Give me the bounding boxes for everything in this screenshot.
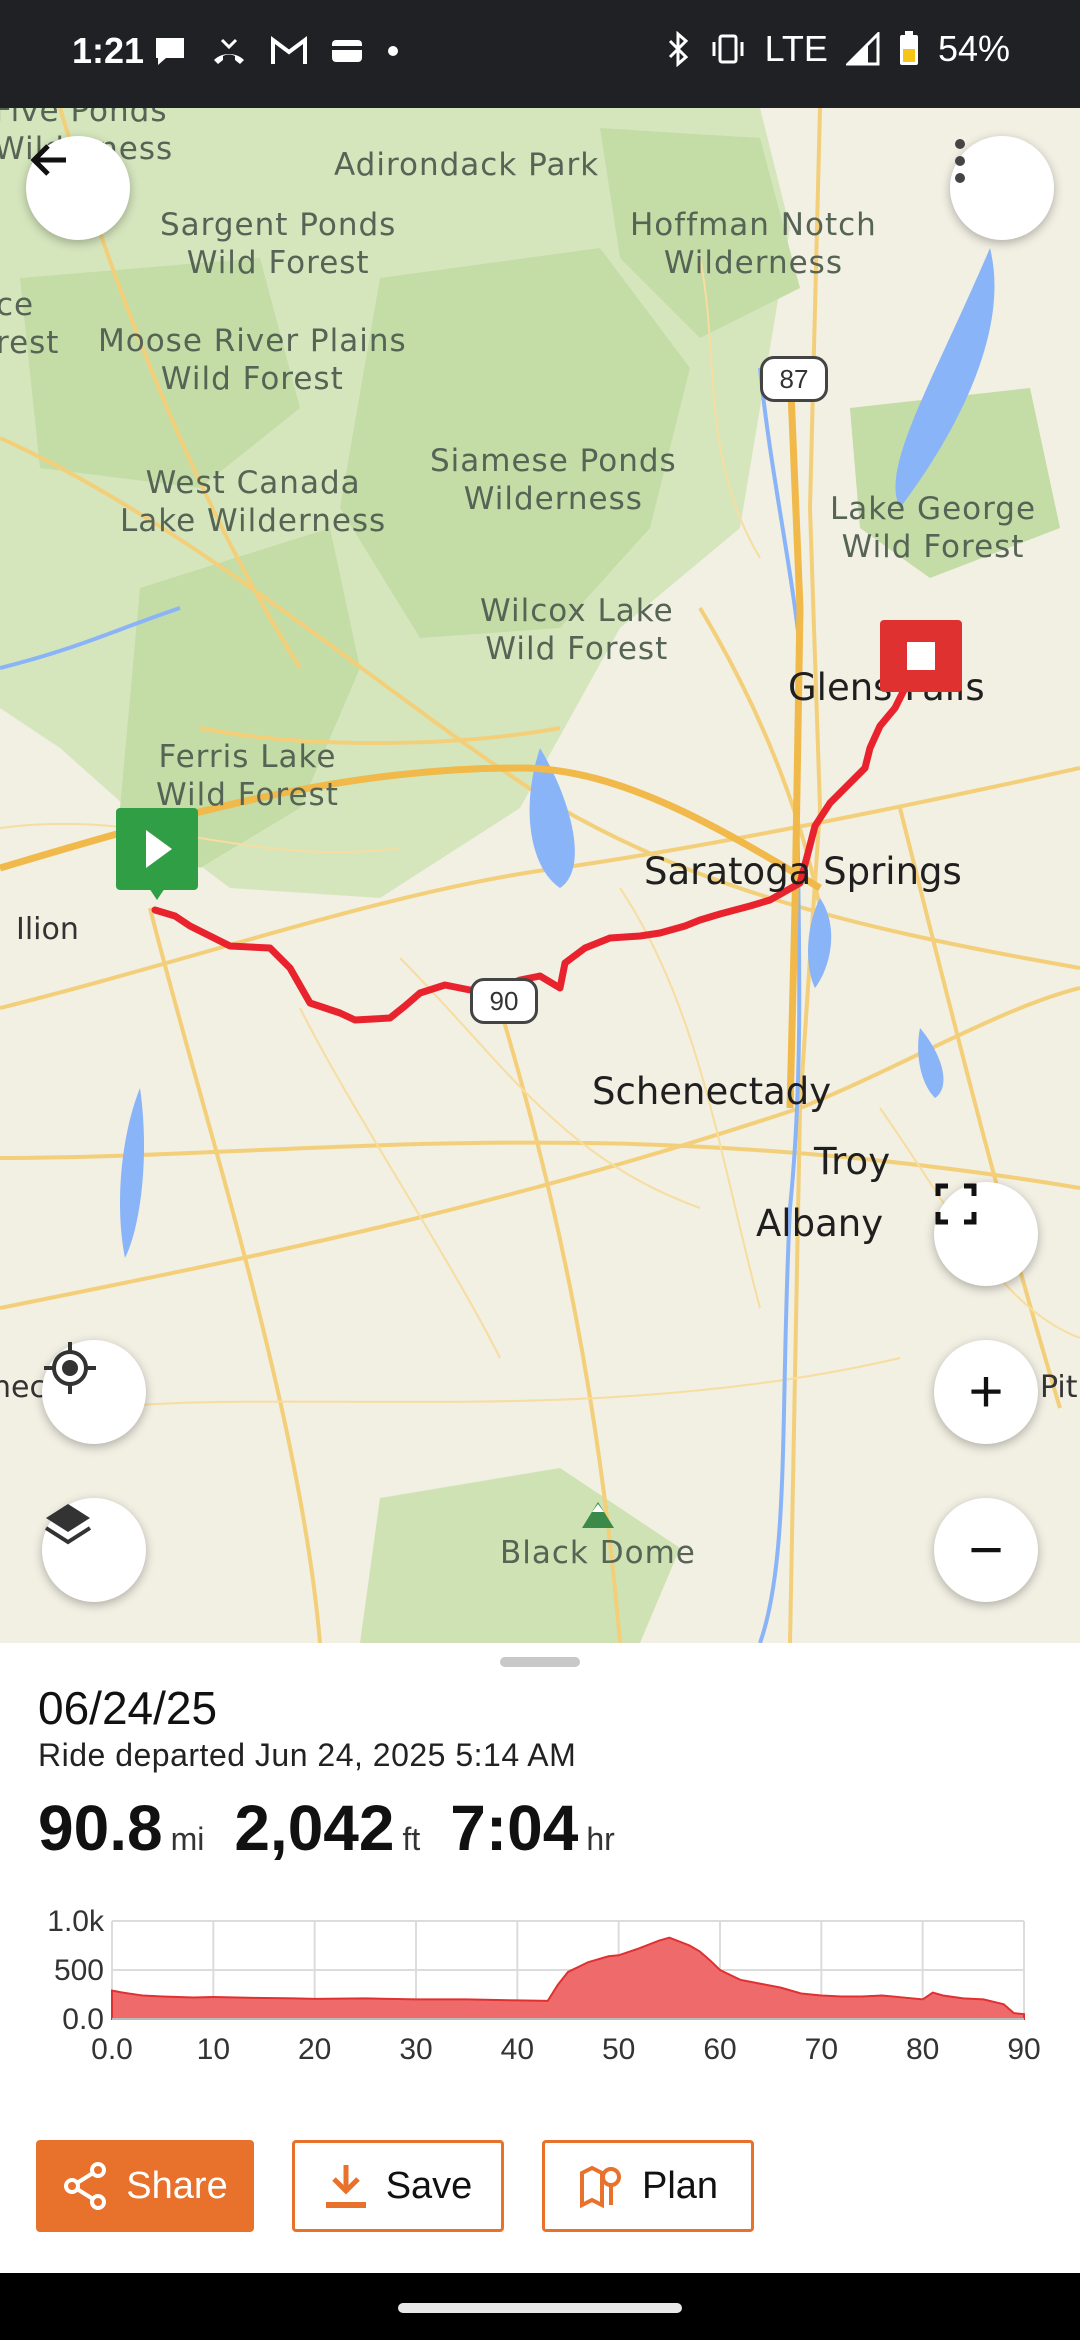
- start-marker[interactable]: [116, 808, 198, 900]
- area-label-hoffman-notch: Hoffman Notch Wilderness: [630, 207, 877, 281]
- system-navigation-bar: [0, 2273, 1080, 2340]
- chart-x-tick-label: 10: [197, 2033, 230, 2066]
- signal-icon: [845, 32, 880, 66]
- chart-x-tick-label: 80: [906, 2033, 939, 2066]
- city-left-edge: nec: [0, 1370, 46, 1405]
- chart-y-tick-label: 500: [54, 1954, 104, 1987]
- duration-stat: 7:04 hr: [450, 1791, 615, 1865]
- area-label-west-canada: West Canada Lake Wilderness: [120, 465, 387, 539]
- chart-x-tick-label: 90: [1007, 2033, 1040, 2066]
- area-label-black-dome: Black Dome: [500, 1535, 696, 1571]
- city-albany: Albany: [756, 1202, 884, 1245]
- area-label-partial: ce rest: [0, 287, 60, 361]
- area-label-siamese-ponds: Siamese Ponds Wilderness: [430, 443, 677, 517]
- map-pin-icon: [579, 2165, 621, 2209]
- ride-title: 06/24/25: [38, 1682, 218, 1734]
- more-vertical-icon: [955, 139, 965, 183]
- plan-button[interactable]: Plan: [542, 2140, 754, 2232]
- highway-shield-87: 87: [760, 356, 828, 402]
- fullscreen-button[interactable]: [934, 1182, 1038, 1286]
- city-ilion: Ilion: [16, 912, 79, 947]
- back-button[interactable]: [26, 136, 130, 240]
- duration-value: 7:04: [450, 1792, 579, 1864]
- back-arrow-icon: [30, 144, 66, 176]
- share-button[interactable]: Share: [36, 2140, 254, 2232]
- fullscreen-icon: [935, 1183, 977, 1225]
- stop-icon: [907, 642, 935, 670]
- system-status: LTE 54%: [665, 28, 1010, 70]
- area-label-wilcox-lake: Wilcox Lake Wild Forest: [480, 593, 674, 667]
- chart-x-tick-label: 60: [703, 2033, 736, 2066]
- download-icon: [325, 2165, 366, 2208]
- plus-icon: +: [968, 1358, 1004, 1425]
- layers-button[interactable]: [42, 1498, 146, 1602]
- vibrate-icon: [712, 34, 744, 64]
- highway-shield-90: 90: [470, 978, 538, 1024]
- chart-x-tick-label: 40: [501, 2033, 534, 2066]
- chart-y-tick-label: 0.0: [62, 2003, 104, 2036]
- chart-x-tick-label: 30: [399, 2033, 432, 2066]
- ride-stats: 90.8 mi 2,042 ft 7:04 hr: [38, 1791, 615, 1865]
- duration-unit: hr: [586, 1821, 615, 1857]
- more-options-button[interactable]: [950, 136, 1054, 240]
- action-buttons: Share Save Plan: [36, 2140, 754, 2232]
- elevation-unit: ft: [402, 1821, 421, 1857]
- zoom-in-button[interactable]: +: [934, 1340, 1038, 1444]
- chart-x-tick-label: 0.0: [91, 2033, 133, 2066]
- battery-icon: [899, 31, 918, 65]
- network-type: LTE: [764, 28, 828, 69]
- area-label-ferris-lake: Ferris Lake Wild Forest: [156, 739, 339, 813]
- layers-icon: [44, 1504, 92, 1545]
- distance-unit: mi: [170, 1821, 205, 1857]
- dot-icon: [388, 46, 398, 56]
- city-right-edge: Pit: [1040, 1370, 1078, 1405]
- share-label: Share: [126, 2164, 228, 2207]
- elevation-area: [111, 1936, 1025, 2020]
- home-gesture-pill[interactable]: [398, 2303, 682, 2313]
- notification-icons: [152, 34, 400, 68]
- wallet-icon: [332, 40, 362, 62]
- distance-stat: 90.8 mi: [38, 1791, 204, 1865]
- gmail-icon: [271, 36, 307, 64]
- play-icon: [146, 830, 172, 868]
- save-label: Save: [385, 2164, 473, 2207]
- missed-call-icon: [214, 38, 244, 64]
- battery-percent: 54%: [937, 28, 1010, 69]
- ride-summary-sheet: 06/24/25 Ride departed Jun 24, 2025 5:14…: [0, 1643, 1080, 2273]
- city-troy: Troy: [814, 1140, 891, 1183]
- elevation-stat: 2,042 ft: [234, 1791, 420, 1865]
- plan-label: Plan: [641, 2164, 719, 2207]
- share-icon: [64, 2162, 107, 2210]
- bluetooth-icon: [668, 31, 688, 67]
- mountain-icon: [582, 1502, 614, 1528]
- chart-y-tick-label: 1.0k: [47, 1905, 105, 1938]
- chat-icon: [156, 38, 184, 65]
- ride-departed-text: Ride departed Jun 24, 2025 5:14 AM: [38, 1737, 577, 1773]
- my-location-icon: [44, 1342, 96, 1394]
- chart-x-tick-label: 20: [298, 2033, 331, 2066]
- sheet-drag-handle[interactable]: [500, 1657, 580, 1667]
- elevation-chart[interactable]: 0.0 10 20 30 40 50 60 70 80 90 0.0 500 1.0k: [0, 1887, 1080, 2127]
- elevation-value: 2,042: [234, 1792, 395, 1864]
- status-bar: 1:21 LTE 54%: [0, 0, 1080, 108]
- city-schenectady: Schenectady: [592, 1070, 832, 1113]
- city-saratoga-springs: Saratoga Springs: [644, 850, 962, 893]
- route-map[interactable]: Five Ponds Wilderness Adirondack Park Sa…: [0, 108, 1080, 1643]
- my-location-button[interactable]: [42, 1340, 146, 1444]
- area-label-adirondack-park: Adirondack Park: [334, 147, 600, 183]
- minus-icon: −: [968, 1516, 1004, 1583]
- status-time: 1:21: [72, 30, 145, 71]
- area-label-sargent-ponds: Sargent Ponds Wild Forest: [160, 207, 397, 281]
- area-label-moose-river: Moose River Plains Wild Forest: [98, 323, 407, 397]
- chart-x-tick-label: 50: [602, 2033, 635, 2066]
- save-button[interactable]: Save: [292, 2140, 504, 2232]
- zoom-out-button[interactable]: −: [934, 1498, 1038, 1602]
- distance-value: 90.8: [38, 1792, 163, 1864]
- area-label-lake-george: Lake George Wild Forest: [830, 491, 1037, 565]
- end-marker[interactable]: [880, 620, 962, 692]
- chart-x-tick-label: 70: [805, 2033, 838, 2066]
